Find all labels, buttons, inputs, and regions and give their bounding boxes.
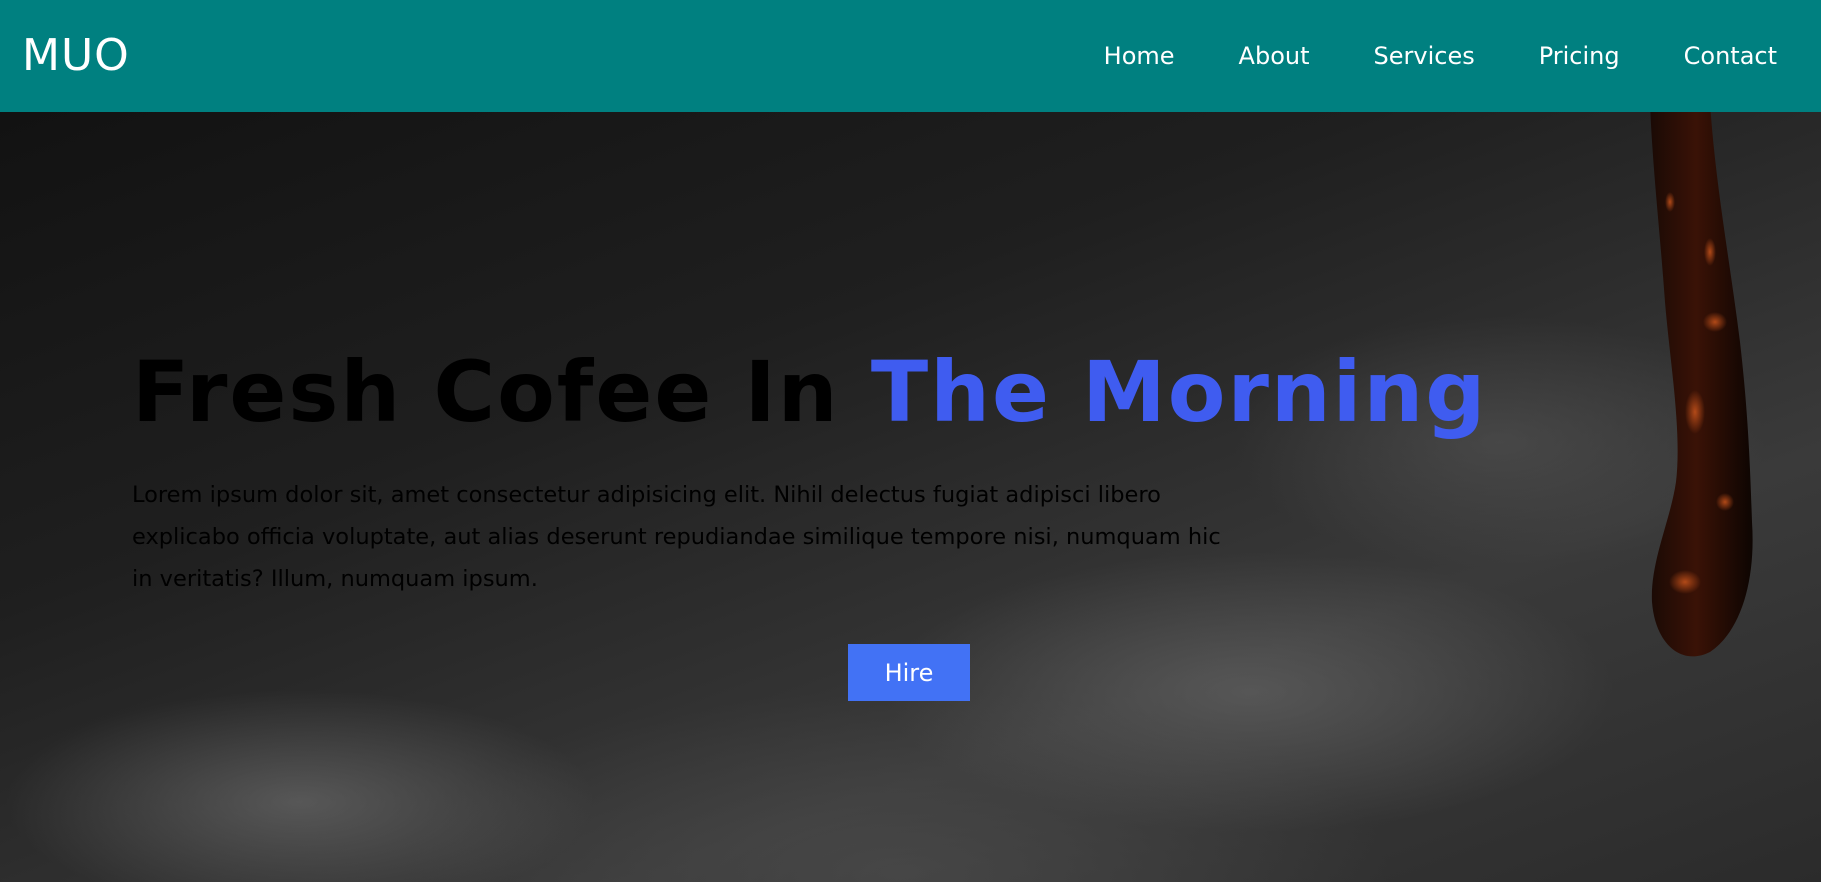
hero-title-accent: The Morning	[870, 343, 1488, 441]
nav-services-link[interactable]: Services	[1374, 42, 1475, 70]
hero-description: Lorem ipsum dolor sit, amet consectetur …	[132, 482, 1221, 592]
nav-about-link[interactable]: About	[1239, 42, 1310, 70]
hero-content: Fresh Cofee In The Morning Lorem ipsum d…	[132, 350, 1485, 600]
hero-title: Fresh Cofee In The Morning	[132, 350, 1485, 434]
coffee-drip-image	[1650, 112, 1753, 657]
nav-home-link[interactable]: Home	[1104, 42, 1175, 70]
main-nav: Home About Services Pricing Contact	[1104, 42, 1777, 70]
page: MUO Home About Services Pricing Contact	[0, 0, 1821, 882]
logo[interactable]: MUO	[22, 34, 130, 78]
site-header: MUO Home About Services Pricing Contact	[0, 0, 1821, 112]
hero-title-main: Fresh Cofee In	[132, 343, 871, 441]
nav-contact-link[interactable]: Contact	[1684, 42, 1777, 70]
nav-pricing-link[interactable]: Pricing	[1539, 42, 1620, 70]
hire-button[interactable]: Hire	[848, 644, 970, 701]
